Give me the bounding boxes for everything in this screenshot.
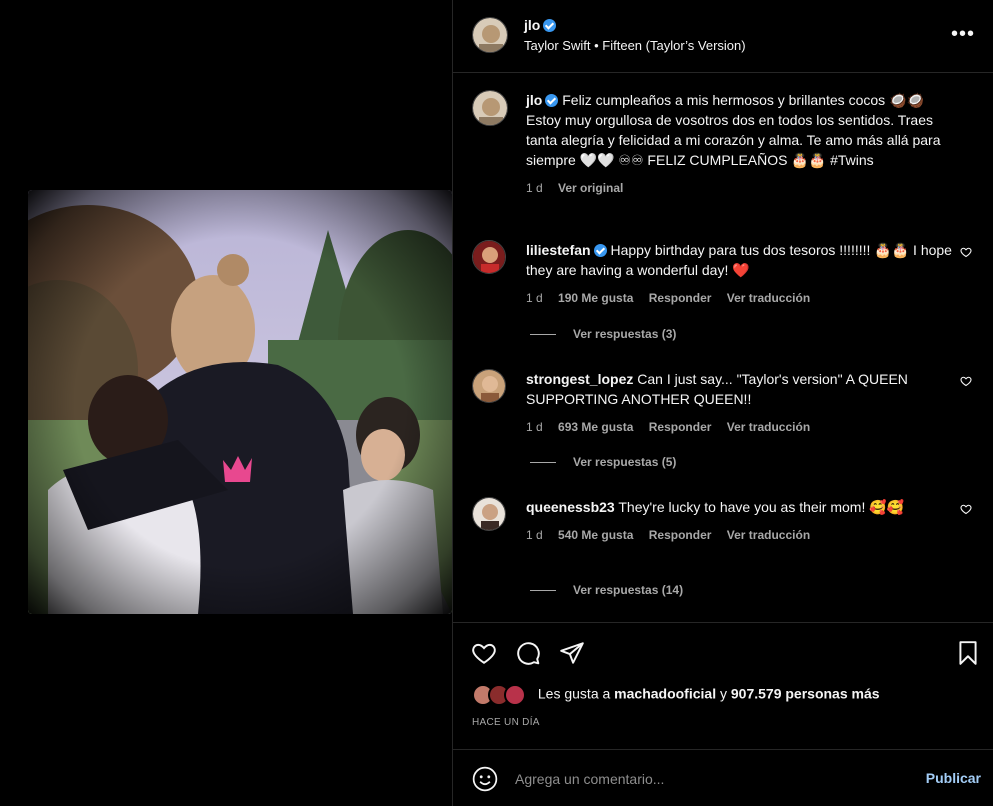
comment-like-heart-icon[interactable] <box>960 503 972 515</box>
translate-button[interactable]: Ver traducción <box>727 291 810 305</box>
audio-track[interactable]: Fifteen (Taylor’s Version) <box>602 38 745 53</box>
share-send-icon[interactable] <box>559 640 585 666</box>
post-photo[interactable] <box>28 190 452 614</box>
caption-text: Feliz cumpleaños a mis hermosos y brilla… <box>526 92 941 168</box>
photo-illustration <box>28 190 452 614</box>
liker-avatar <box>504 684 526 706</box>
post-header: jlo Taylor Swift • Fifteen (Taylor’s Ver… <box>453 0 993 73</box>
likes-middle: y <box>719 685 727 702</box>
comment-meta: 1 d 190 Me gusta Responder Ver traducció… <box>526 288 956 308</box>
more-dots-icon[interactable]: ••• <box>951 24 975 44</box>
caption-time[interactable]: 1 d <box>526 181 543 195</box>
likes-summary: Les gusta a machadooficial y 907.579 per… <box>472 684 880 706</box>
verified-icon <box>543 19 557 32</box>
emoji-smile-icon[interactable] <box>472 766 498 792</box>
reply-button[interactable]: Responder <box>649 528 712 542</box>
commenter-avatar[interactable] <box>472 497 506 531</box>
comment-likes[interactable]: 190 Me gusta <box>558 291 633 305</box>
post-timestamp[interactable]: HACE UN DÍA <box>472 717 540 728</box>
like-heart-icon[interactable] <box>471 640 497 666</box>
reply-button[interactable]: Responder <box>649 291 712 305</box>
media-pane <box>0 0 452 806</box>
author-username[interactable]: jlo <box>524 17 540 33</box>
caption-meta: 1 d Ver original <box>526 178 956 198</box>
caption-username[interactable]: jlo <box>526 92 542 108</box>
liker-avatars <box>472 684 532 706</box>
audio-artist[interactable]: Taylor Swift <box>524 38 590 53</box>
commenter-avatar[interactable] <box>472 240 506 274</box>
commenter-username[interactable]: queenessb23 <box>526 499 615 515</box>
comment-text: They're lucky to have you as their mom! … <box>618 499 905 515</box>
comment-bubble-icon[interactable] <box>515 640 541 666</box>
view-replies-button[interactable]: Ver respuestas (14) <box>530 583 683 597</box>
comment-like-heart-icon[interactable] <box>960 246 972 258</box>
reply-button[interactable]: Responder <box>649 420 712 434</box>
audio-info: Taylor Swift • Fifteen (Taylor’s Version… <box>524 38 746 53</box>
view-replies-button[interactable]: Ver respuestas (5) <box>530 455 676 469</box>
commenter-avatar[interactable] <box>472 369 506 403</box>
likes-prefix: Les gusta a <box>537 685 611 702</box>
likes-user[interactable]: machadooficial <box>614 686 716 702</box>
caption-avatar[interactable] <box>472 90 508 126</box>
comment-body: liliestefan Happy birthday para tus dos … <box>526 240 956 308</box>
comment-time[interactable]: 1 d <box>526 420 543 434</box>
verified-icon <box>545 94 559 107</box>
commenter-username[interactable]: strongest_lopez <box>526 371 633 387</box>
comment-input[interactable] <box>515 768 895 790</box>
translate-button[interactable]: Ver traducción <box>727 528 810 542</box>
comments-list: jlo Feliz cumpleaños a mis hermosos y br… <box>453 73 993 623</box>
view-replies-label: Ver respuestas (5) <box>573 455 677 469</box>
likes-count[interactable]: 907.579 personas más <box>731 686 880 702</box>
comment-likes[interactable]: 540 Me gusta <box>558 528 633 542</box>
view-replies-label: Ver respuestas (3) <box>573 327 677 341</box>
view-replies-button[interactable]: Ver respuestas (3) <box>530 327 676 341</box>
publish-button[interactable]: Publicar <box>926 770 981 786</box>
post-panel: jlo Taylor Swift • Fifteen (Taylor’s Ver… <box>452 0 993 806</box>
comment-body: strongest_lopez Can I just say... "Taylo… <box>526 369 956 437</box>
comment-time[interactable]: 1 d <box>526 528 543 542</box>
view-replies-label: Ver respuestas (14) <box>573 583 684 597</box>
author-avatar[interactable] <box>472 17 508 53</box>
audio-separator: • <box>594 38 599 53</box>
commenter-username[interactable]: liliestefan <box>526 242 591 258</box>
comment-meta: 1 d 693 Me gusta Responder Ver traducció… <box>526 417 956 437</box>
replies-line <box>530 590 556 592</box>
bookmark-icon[interactable] <box>955 640 981 666</box>
replies-line <box>530 334 556 336</box>
comment-like-heart-icon[interactable] <box>960 375 972 387</box>
caption-body: jlo Feliz cumpleaños a mis hermosos y br… <box>526 90 956 198</box>
comment-body: queenessb23 They're lucky to have you as… <box>526 497 956 545</box>
verified-icon <box>593 244 607 257</box>
see-original-button[interactable]: Ver original <box>558 181 623 195</box>
replies-line <box>530 462 556 464</box>
comment-meta: 1 d 540 Me gusta Responder Ver traducció… <box>526 525 956 545</box>
translate-button[interactable]: Ver traducción <box>727 420 810 434</box>
comment-time[interactable]: 1 d <box>526 291 543 305</box>
author-name-line: jlo <box>524 17 557 35</box>
comment-likes[interactable]: 693 Me gusta <box>558 420 633 434</box>
comment-composer: Publicar <box>453 750 993 806</box>
